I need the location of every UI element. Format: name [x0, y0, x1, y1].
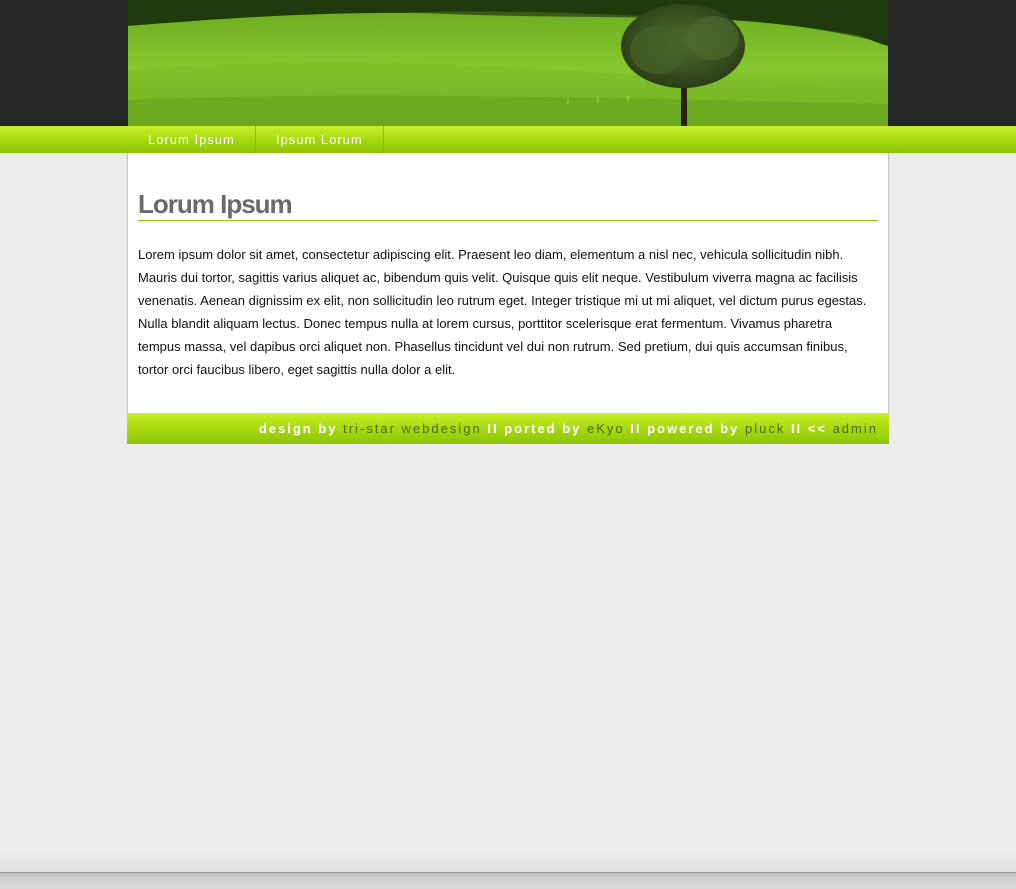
main-nav: Lorum Ipsum Ipsum Lorum [128, 126, 384, 153]
nav-item-lorum-ipsum[interactable]: Lorum Ipsum [128, 126, 256, 153]
page: Lorum Ipsum Ipsum Lorum Lorum Ipsum Lore… [0, 0, 1016, 889]
header-landscape-image [128, 0, 888, 126]
page-title: Lorum Ipsum [138, 187, 878, 221]
footer-back-arrows: << [807, 421, 833, 436]
bottom-shadow [0, 850, 1016, 872]
footer-separator: II [481, 421, 505, 436]
nav-item-ipsum-lorum[interactable]: Ipsum Lorum [256, 126, 384, 153]
footer-powered-by-text: powered by [647, 421, 745, 436]
footer-separator: II [785, 421, 808, 436]
footer-separator: II [624, 421, 648, 436]
footer-admin-link[interactable]: admin [833, 421, 878, 436]
footer-pluck-link[interactable]: pluck [745, 421, 785, 436]
window-bottom-bar [0, 872, 1016, 889]
footer-ekyo-link[interactable]: eKyo [587, 421, 625, 436]
content-box: Lorum Ipsum Lorem ipsum dolor sit amet, … [127, 153, 889, 413]
footer-design-by-text: design by [258, 421, 344, 436]
footer-tristar-link[interactable]: tri-star webdesign [343, 421, 482, 436]
footer: design by tri-star webdesign II ported b… [127, 413, 889, 444]
footer-ported-by-text: ported by [504, 421, 588, 436]
body-paragraph: Lorem ipsum dolor sit amet, consectetur … [138, 247, 867, 377]
